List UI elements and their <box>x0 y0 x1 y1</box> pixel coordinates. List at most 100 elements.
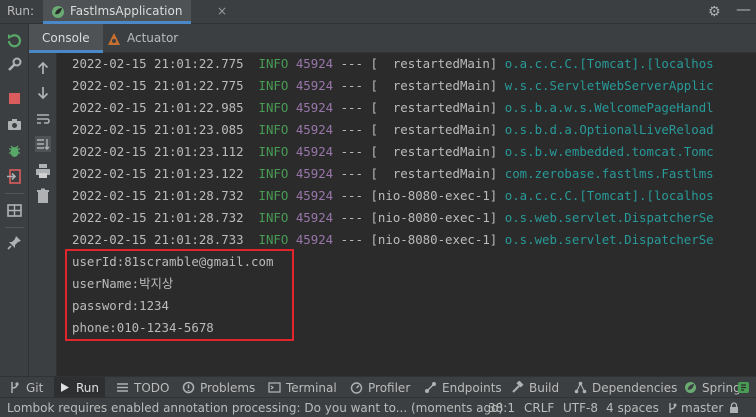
log-level: INFO <box>258 100 289 115</box>
toolwindow-todo[interactable]: TODO <box>116 377 169 398</box>
log-logger[interactable]: o.s.b.d.a.OptionalLiveReload <box>505 122 714 137</box>
log-logger[interactable]: w.s.c.ServletWebServerApplic <box>505 78 714 93</box>
log-timestamp: 2022-02-15 21:01:22.775 <box>72 56 244 71</box>
toolwindow-problems-label: Problems <box>200 380 256 395</box>
log-thread: [nio-8080-exec-1] <box>370 210 498 225</box>
log-logger[interactable]: o.a.c.c.C.[Tomcat].[localhos <box>505 188 714 203</box>
log-logger[interactable]: o.s.web.servlet.DispatcherSe <box>505 232 714 247</box>
layout-icon[interactable] <box>6 202 23 219</box>
pin-icon[interactable] <box>6 234 23 251</box>
tab-fastlms-application[interactable]: FastlmsApplication × <box>43 0 227 24</box>
console-actions-toolbar <box>29 53 57 376</box>
gear-icon[interactable]: ⚙ <box>708 4 721 20</box>
log-timestamp: 2022-02-15 21:01:23.112 <box>72 144 244 159</box>
toolwindow-problems[interactable]: Problems <box>182 377 255 398</box>
indent-setting[interactable]: 4 spaces <box>606 401 659 415</box>
log-logger[interactable]: o.s.b.a.w.s.WelcomePageHandl <box>505 100 714 115</box>
status-message[interactable]: Lombok requires enabled annotation proce… <box>7 401 503 415</box>
camera-icon[interactable] <box>6 116 23 133</box>
log-logger[interactable]: o.a.c.c.C.[Tomcat].[localhos <box>505 56 714 71</box>
wrench-icon[interactable] <box>6 56 23 73</box>
line-ending[interactable]: CRLF <box>524 401 554 415</box>
tab-title: FastlmsApplication <box>70 4 183 18</box>
tab-console-label: Console <box>42 31 90 45</box>
toolwindow-dependencies[interactable]: Dependencies <box>574 377 677 398</box>
log-separator: --- <box>340 100 363 115</box>
dependencies-icon <box>574 381 587 394</box>
log-thread: [nio-8080-exec-1] <box>370 188 498 203</box>
log-pid: 45924 <box>295 56 334 71</box>
actuator-icon <box>108 33 120 45</box>
toolwindow-endpoints[interactable]: Endpoints <box>424 377 502 398</box>
tool-window-bar: Git Run TODO Problems Terminal Profiler … <box>0 376 756 398</box>
toolwindow-profiler[interactable]: Profiler <box>350 377 410 398</box>
log-line: 2022-02-15 21:01:28.732 INFO 45924 --- [… <box>72 187 714 205</box>
log-separator: --- <box>340 78 363 93</box>
stop-icon[interactable] <box>6 90 23 107</box>
log-line: 2022-02-15 21:01:22.985 INFO 45924 --- [… <box>72 99 714 117</box>
log-thread: [ restartedMain] <box>370 166 498 181</box>
arrow-down-icon[interactable] <box>35 85 51 101</box>
toolwindow-run[interactable]: Run <box>54 377 106 398</box>
todo-list-icon <box>117 383 128 392</box>
log-separator: --- <box>340 188 363 203</box>
toolwindow-run-label: Run <box>76 380 100 395</box>
log-separator: --- <box>340 210 363 225</box>
toolwindow-spring-label: Spring <box>702 380 741 395</box>
log-timestamp: 2022-02-15 21:01:22.775 <box>72 78 244 93</box>
log-logger[interactable]: o.s.web.servlet.DispatcherSe <box>505 210 714 225</box>
toolwindow-git[interactable]: Git <box>8 377 43 398</box>
log-level: INFO <box>258 210 289 225</box>
soft-wrap-icon[interactable] <box>35 111 51 127</box>
lock-icon[interactable] <box>728 402 740 414</box>
file-encoding[interactable]: UTF-8 <box>563 401 598 415</box>
log-level: INFO <box>258 232 289 247</box>
log-line: 2022-02-15 21:01:22.775 INFO 45924 --- [… <box>72 77 714 95</box>
log-timestamp: 2022-02-15 21:01:28.733 <box>72 232 244 247</box>
log-pid: 45924 <box>295 188 334 203</box>
minimize-icon[interactable]: — <box>736 0 751 18</box>
toolwindow-terminal[interactable]: Terminal <box>268 377 337 398</box>
log-logger[interactable]: o.s.b.w.embedded.tomcat.Tomc <box>505 144 714 159</box>
log-timestamp: 2022-02-15 21:01:23.122 <box>72 166 244 181</box>
status-bar: Lombok requires enabled annotation proce… <box>0 397 756 417</box>
toolwindow-build[interactable]: Build <box>511 377 559 398</box>
log-thread: [ restartedMain] <box>370 78 498 93</box>
log-logger[interactable]: com.zerobase.fastlms.Fastlms <box>505 166 714 181</box>
toolwindow-build-label: Build <box>529 380 560 395</box>
run-label: Run: <box>7 4 35 18</box>
git-branch[interactable]: master <box>681 401 723 415</box>
toolwindow-spring[interactable]: Spring <box>684 377 741 398</box>
exit-icon[interactable] <box>6 168 23 185</box>
console-output[interactable]: 2022-02-15 21:01:22.775 INFO 45924 --- [… <box>57 53 756 376</box>
terminal-icon <box>268 382 281 393</box>
rerun-icon[interactable] <box>6 32 23 49</box>
log-pid: 45924 <box>295 232 334 247</box>
run-actions-toolbar <box>0 24 29 376</box>
toolwindow-git-label: Git <box>26 380 44 395</box>
run-toolwindow-header: Run: FastlmsApplication × ⚙ — <box>0 0 756 24</box>
scroll-to-end-icon[interactable] <box>35 136 51 152</box>
log-line: 2022-02-15 21:01:28.733 INFO 45924 --- [… <box>72 231 714 249</box>
profiler-icon <box>350 382 363 394</box>
spring-leaf-icon <box>685 382 696 393</box>
toolwindow-dependencies-label: Dependencies <box>592 380 678 395</box>
log-line: 2022-02-15 21:01:23.122 INFO 45924 --- [… <box>72 165 714 183</box>
event-log-icon[interactable] <box>737 381 750 394</box>
log-thread: [ restartedMain] <box>370 100 498 115</box>
trash-icon[interactable] <box>35 188 51 204</box>
print-icon[interactable] <box>35 163 51 179</box>
caret-position[interactable]: 38:1 <box>488 401 515 415</box>
log-timestamp: 2022-02-15 21:01:23.085 <box>72 122 244 137</box>
log-pid: 45924 <box>295 122 334 137</box>
tab-console[interactable]: Console <box>29 24 103 53</box>
log-level: INFO <box>258 166 289 181</box>
close-icon[interactable]: × <box>217 4 227 18</box>
red-highlight-box <box>65 249 294 341</box>
debug-bug-icon[interactable] <box>6 142 23 159</box>
endpoints-icon <box>425 382 436 393</box>
log-line: 2022-02-15 21:01:23.112 INFO 45924 --- [… <box>72 143 714 161</box>
arrow-up-icon[interactable] <box>35 60 51 76</box>
tab-actuator[interactable]: Actuator <box>107 24 187 53</box>
hammer-icon <box>512 381 524 393</box>
